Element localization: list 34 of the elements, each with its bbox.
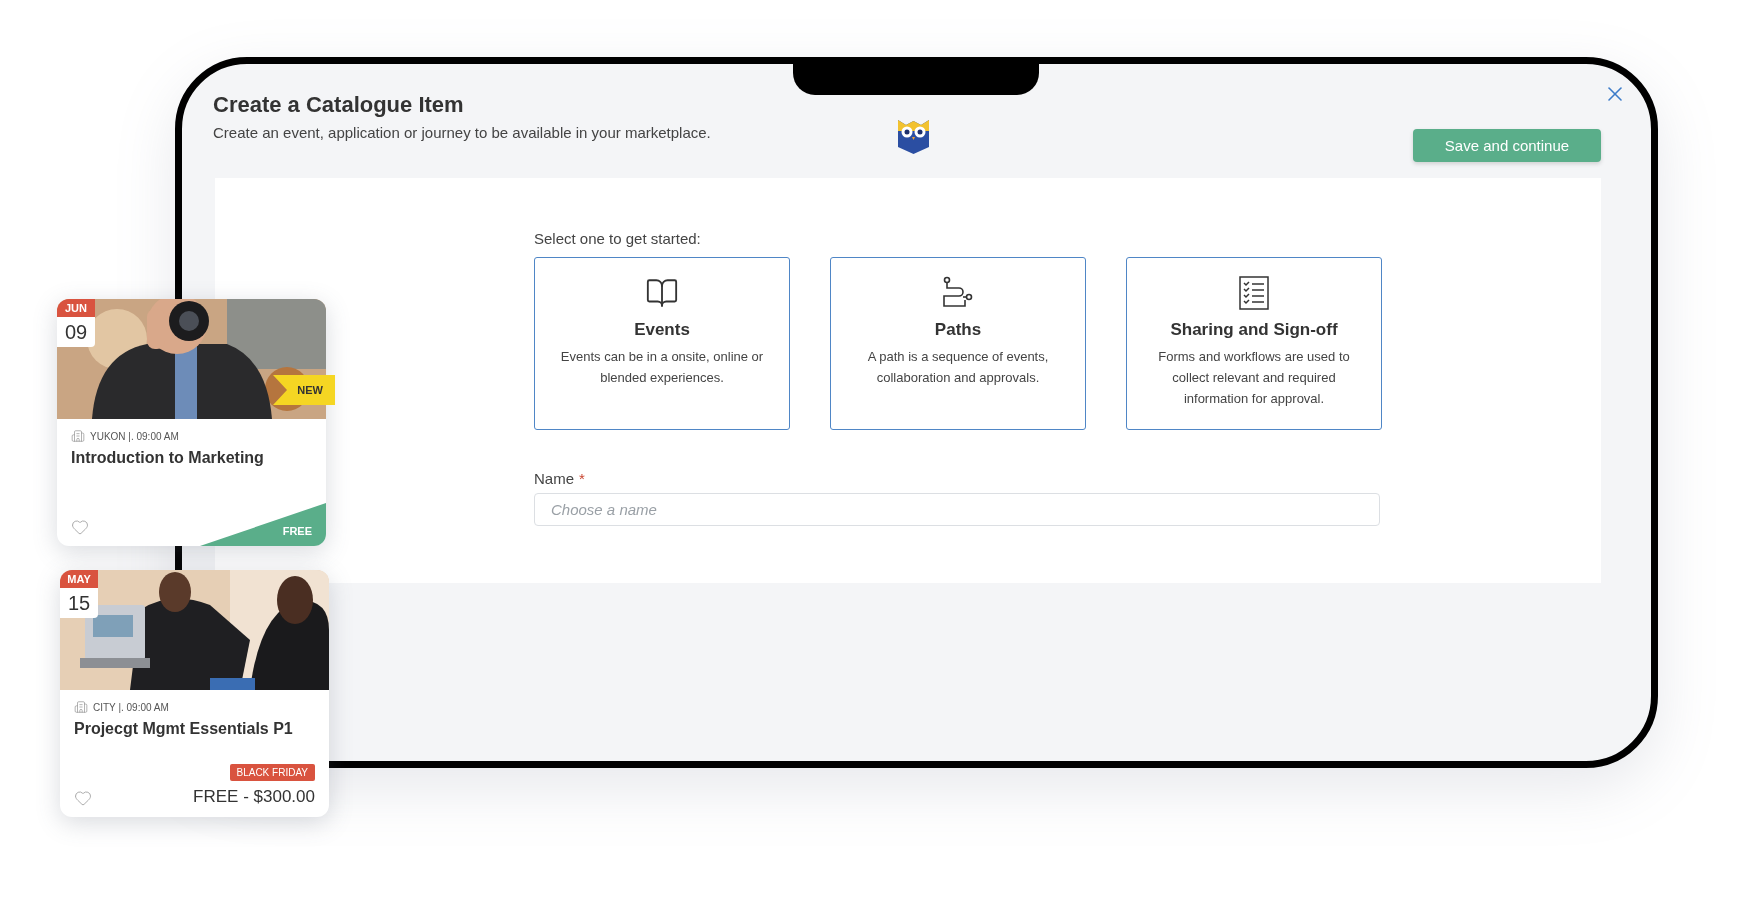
date-month: MAY bbox=[60, 570, 98, 588]
option-description: Events can be in a onsite, online or blended experiences. bbox=[559, 348, 765, 387]
event-title: Introduction to Marketing bbox=[71, 449, 265, 467]
option-card[interactable]: Paths A path is a sequence of events, collaboration and approvals. bbox=[830, 257, 1086, 430]
heart-icon[interactable] bbox=[74, 789, 92, 807]
event-location: YUKON |. 09:00 AM bbox=[90, 430, 179, 442]
event-card[interactable]: MAY 15 CITY |. 09:00 AM Projecgt Mgmt Essentials P1 BLACK FRIDAY FREE - $300.00 bbox=[60, 570, 329, 817]
owl-logo bbox=[897, 117, 930, 155]
option-card[interactable]: Sharing and Sign-off Forms and workflows are used to collect relevant and required information for approval. bbox=[1126, 257, 1382, 430]
option-description: Forms and workflows are used to collect relevant and required information for approval. bbox=[1157, 348, 1351, 408]
price-corner: FREE bbox=[200, 503, 326, 546]
required-mark: * bbox=[579, 470, 585, 487]
option-title: Paths bbox=[934, 320, 982, 340]
field-label: Name bbox=[534, 470, 574, 487]
checklist-icon bbox=[1239, 276, 1269, 310]
option-title: Events bbox=[634, 320, 690, 340]
option-card[interactable]: Events Events can be in a onsite, online or blended experiences. bbox=[534, 257, 790, 430]
promo-tag: BLACK FRIDAY bbox=[229, 764, 315, 781]
option-title: Sharing and Sign-off bbox=[1170, 320, 1338, 340]
building-icon bbox=[74, 700, 88, 714]
dialog-subtitle: Create an event, application or journey to be available in your marketplace. bbox=[213, 124, 712, 141]
prompt-text: Select one to get started: bbox=[534, 230, 702, 247]
path-icon bbox=[941, 276, 975, 310]
building-icon bbox=[71, 429, 85, 443]
event-title: Projecgt Mgmt Essentials P1 bbox=[74, 720, 294, 738]
event-price: FREE - $300.00 bbox=[193, 787, 315, 807]
date-month: JUN bbox=[57, 299, 95, 317]
date-day: 09 bbox=[57, 317, 95, 347]
event-location: CITY |. 09:00 AM bbox=[93, 701, 169, 713]
dialog-title: Create a Catalogue Item bbox=[213, 92, 465, 118]
date-day: 15 bbox=[60, 588, 98, 618]
name-field[interactable]: Choose a name bbox=[534, 493, 1380, 526]
heart-icon[interactable] bbox=[71, 518, 89, 536]
option-description: A path is a sequence of events, collaboration and approvals. bbox=[866, 348, 1050, 387]
